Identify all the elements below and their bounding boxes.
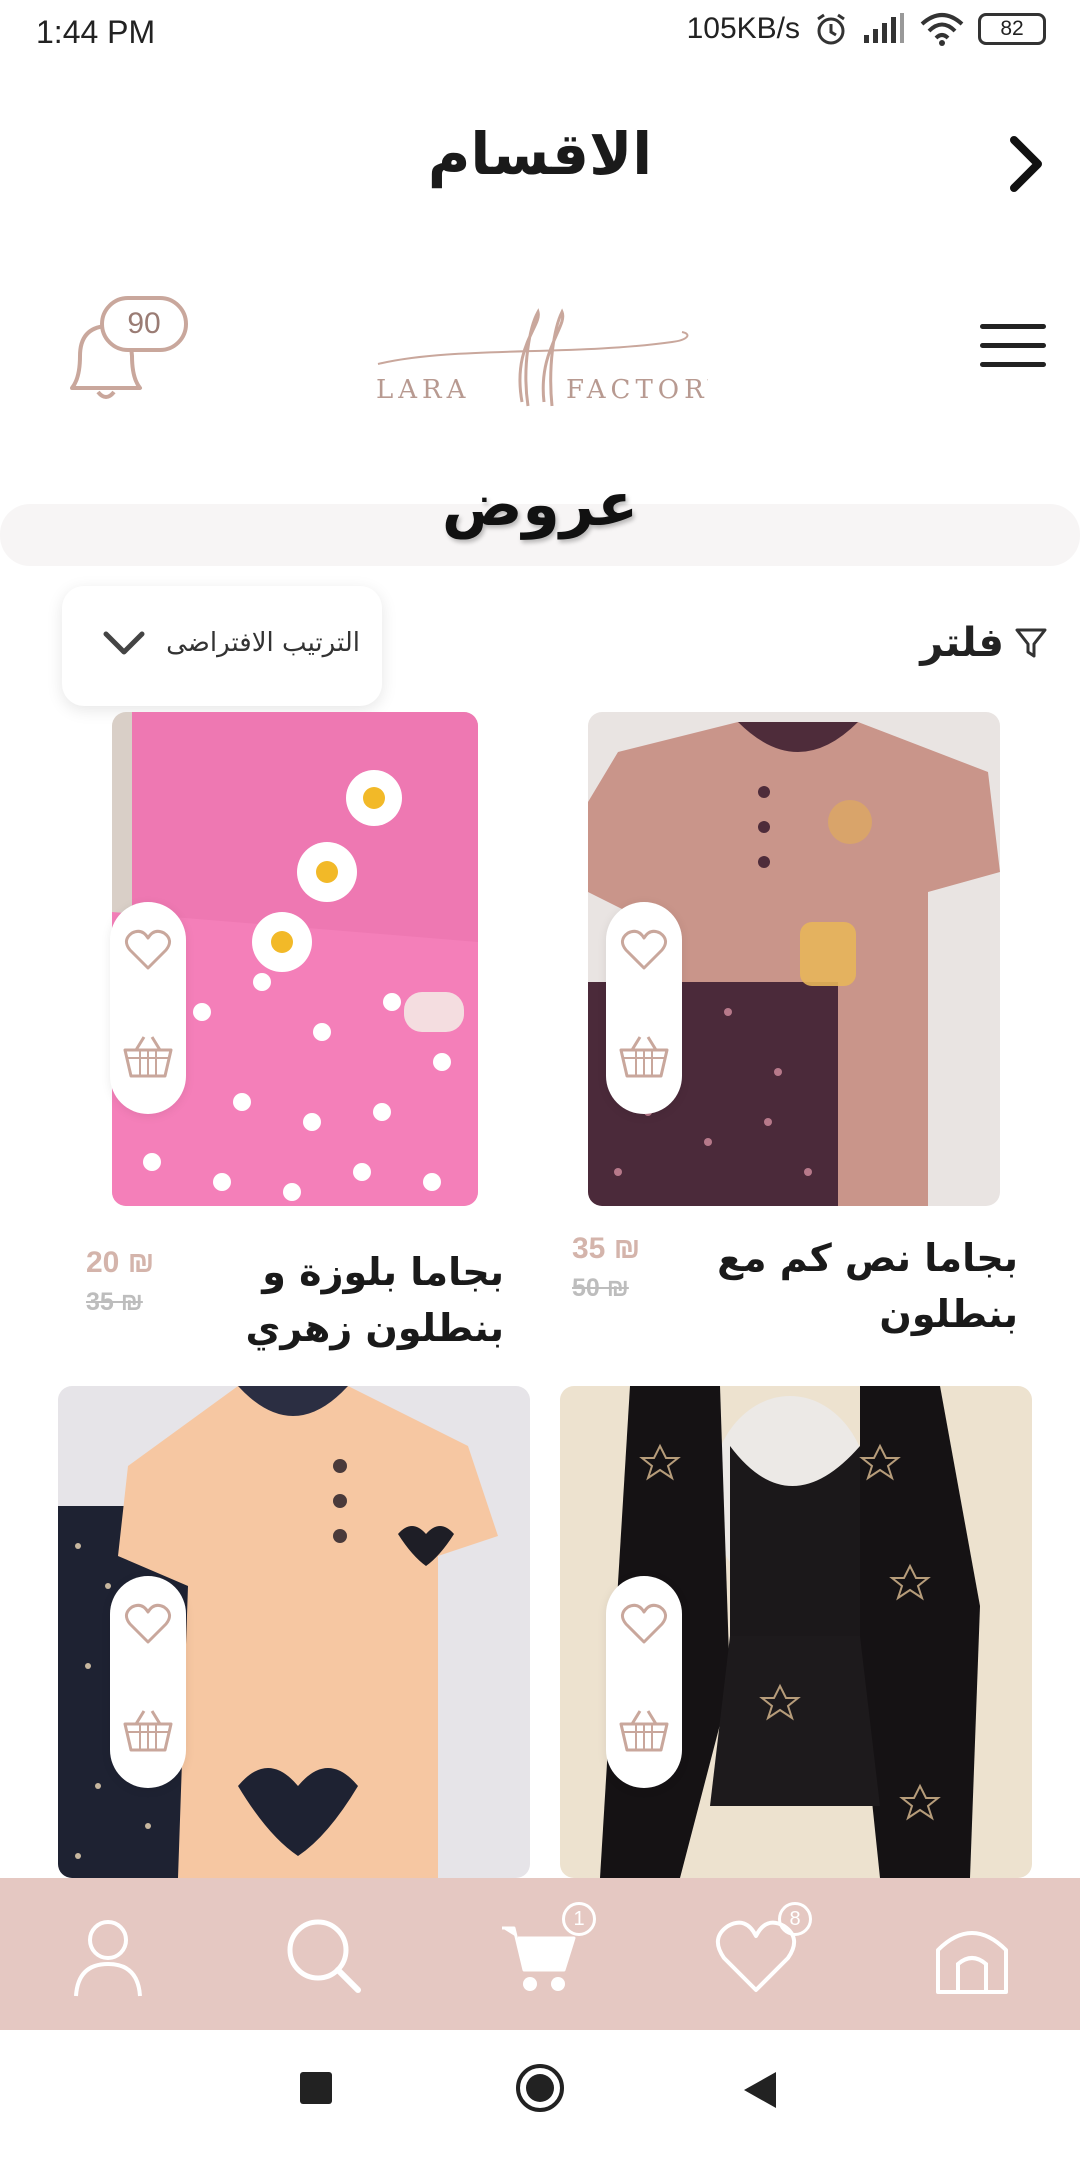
hamburger-line — [980, 343, 1046, 348]
product-name-line: بنطلون — [879, 1292, 1018, 1336]
top-header: الاقسام — [0, 90, 1080, 230]
product-actions — [606, 1576, 682, 1788]
home-icon[interactable] — [930, 1914, 1014, 1998]
hamburger-line — [980, 362, 1046, 367]
sort-dropdown[interactable]: الترتيب الافتراضى — [62, 586, 382, 706]
system-nav-bar — [0, 2030, 1080, 2160]
basket-icon[interactable] — [618, 1034, 670, 1080]
product-actions — [606, 902, 682, 1114]
cart-badge: 1 — [562, 1902, 596, 1936]
product-name-line: بجاما بلوزة و — [262, 1250, 504, 1294]
heart-icon[interactable] — [124, 928, 172, 972]
favorites-badge: 8 — [778, 1902, 812, 1936]
heart-icon[interactable] — [620, 1602, 668, 1646]
product-old-price: 35 ₪ — [86, 1288, 143, 1316]
home-button-icon[interactable] — [514, 2062, 566, 2114]
filter-label: فلتر — [920, 620, 1004, 666]
battery-indicator: 82 — [978, 13, 1046, 45]
profile-icon[interactable] — [66, 1914, 150, 1998]
basket-icon[interactable] — [618, 1708, 670, 1754]
section-title: عروض — [441, 470, 639, 540]
search-icon[interactable] — [282, 1914, 366, 1998]
product-name[interactable]: بجاما بلوزة و بنطلون زهري — [204, 1244, 505, 1356]
alarm-icon — [817, 13, 845, 45]
filter-button[interactable]: فلتر — [920, 620, 1048, 666]
network-speed: 105KB/s — [686, 12, 800, 45]
basket-icon[interactable] — [122, 1708, 174, 1754]
recents-icon[interactable] — [298, 2070, 334, 2106]
chevron-right-icon[interactable] — [1002, 132, 1052, 196]
heart-icon[interactable] — [620, 928, 668, 972]
sort-label: الترتيب الافتراضى — [166, 628, 360, 658]
product-actions — [110, 1576, 186, 1788]
bottom-nav: 1 8 — [0, 1878, 1080, 2030]
heart-icon[interactable] — [124, 1602, 172, 1646]
product-actions — [110, 902, 186, 1114]
basket-icon[interactable] — [122, 1034, 174, 1080]
back-icon[interactable] — [742, 2070, 778, 2110]
hamburger-line — [980, 324, 1046, 329]
brand-logo[interactable]: LARA FACTORY — [372, 306, 725, 426]
filter-icon — [1015, 628, 1047, 658]
status-time: 1:44 PM — [36, 14, 156, 50]
product-name[interactable]: بجاما نص كم مع بنطلون — [658, 1230, 1018, 1342]
notification-badge[interactable]: 90 — [100, 296, 188, 352]
page-title: الاقسام — [427, 120, 653, 188]
chevron-down-icon — [103, 631, 145, 655]
signal-icon — [864, 13, 904, 43]
logo-text-right: FACTORY — [566, 375, 708, 405]
product-name-line: بنطلون زهري — [245, 1306, 505, 1350]
product-old-price: 50 ₪ — [572, 1274, 629, 1302]
logo-text-left: LARA — [376, 375, 470, 405]
favorites-tab[interactable]: 8 — [714, 1902, 812, 1998]
product-name-line: بجاما نص كم مع — [717, 1236, 1018, 1280]
cart-tab[interactable]: 1 — [498, 1902, 596, 1998]
wifi-icon — [920, 13, 964, 46]
product-price: 35 ₪ — [572, 1232, 641, 1265]
status-icons: 105KB/s 82 — [687, 12, 1046, 46]
menu-button[interactable] — [980, 324, 1046, 372]
status-bar: 1:44 PM 105KB/s 82 — [0, 0, 1080, 70]
product-price: 20 ₪ — [86, 1246, 155, 1279]
